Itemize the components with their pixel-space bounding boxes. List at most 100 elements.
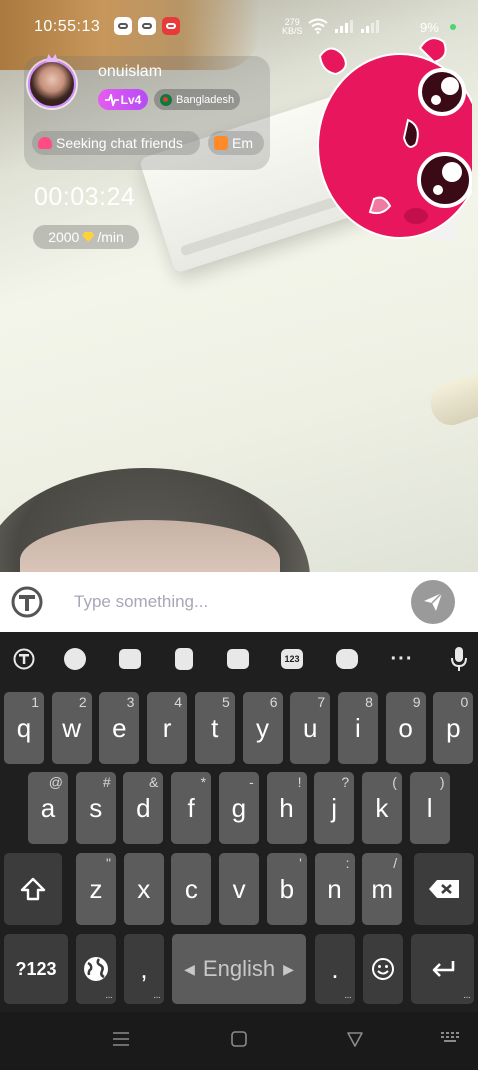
numpad-icon[interactable]: 123: [280, 646, 304, 672]
call-timer: 00:03:24: [34, 183, 136, 211]
key-z[interactable]: z ": [76, 853, 116, 925]
key-hint: &: [149, 774, 159, 790]
key-f[interactable]: f *: [171, 772, 212, 844]
key-l[interactable]: l): [409, 772, 450, 844]
tag-emotion: Em: [208, 131, 264, 155]
key-c[interactable]: c: [171, 853, 212, 925]
key-s[interactable]: s #: [75, 772, 116, 844]
keyboard: 123 ··· q1w2e3r4t5y6u7i8o9p0 a @ s # d & f * g - h…: [0, 632, 478, 1012]
key-label: z: [89, 873, 103, 904]
key-r[interactable]: r4: [147, 692, 188, 764]
message-composer: [0, 572, 478, 632]
call-rate: 2000 /min: [33, 225, 139, 249]
key-hint: (: [392, 774, 397, 790]
battery-level: 9%: [420, 20, 439, 35]
key-label: x: [137, 873, 151, 904]
send-button[interactable]: [411, 580, 455, 624]
key-o[interactable]: o9: [385, 692, 426, 764]
symbols-key[interactable]: ?123: [4, 934, 68, 1004]
key-hint: 1: [31, 694, 39, 710]
period-label: .: [331, 953, 339, 984]
comma-key[interactable]: , ···: [124, 934, 164, 1004]
rate-unit: /min: [97, 229, 124, 245]
level-badge: Lv4: [98, 89, 148, 110]
key-a[interactable]: a @: [28, 772, 68, 844]
key-m[interactable]: m /: [362, 853, 403, 925]
sticker-icon[interactable]: [335, 646, 359, 672]
message-input[interactable]: [60, 586, 380, 618]
country-badge: Bangladesh: [154, 89, 240, 110]
more-icon[interactable]: ···: [390, 646, 414, 672]
key-y[interactable]: y6: [242, 692, 283, 764]
menu-nav-icon[interactable]: [112, 1030, 130, 1048]
period-key[interactable]: . ···: [315, 934, 355, 1004]
shift-icon: [20, 877, 46, 901]
comma-label: ,: [140, 953, 148, 984]
key-p[interactable]: p0: [433, 692, 474, 764]
key-w[interactable]: w2: [51, 692, 92, 764]
home-nav-icon[interactable]: [230, 1030, 248, 1048]
key-label: j: [331, 792, 338, 823]
bangladesh-flag-icon: [160, 93, 172, 106]
keyboard-hide-icon[interactable]: [440, 1030, 462, 1046]
backspace-key[interactable]: [414, 853, 474, 925]
key-hint: 9: [412, 694, 421, 710]
key-label: i: [355, 712, 361, 743]
key-hint: ": [106, 855, 111, 871]
translate-logo-icon[interactable]: [10, 585, 44, 619]
wifi-icon: [308, 18, 328, 34]
code-icon[interactable]: [226, 646, 250, 672]
translate-icon[interactable]: [12, 646, 36, 672]
key-n[interactable]: n:: [314, 853, 355, 925]
shift-key[interactable]: [4, 853, 62, 925]
mood-icon: [214, 136, 228, 150]
key-label: o: [398, 712, 413, 743]
clipboard-icon[interactable]: [172, 646, 196, 672]
store-icon[interactable]: [118, 646, 142, 672]
key-u[interactable]: u7: [290, 692, 331, 764]
language-key[interactable]: ···: [76, 934, 116, 1004]
key-k[interactable]: k(: [361, 772, 402, 844]
key-label: k: [375, 792, 389, 823]
key-x[interactable]: x: [123, 853, 164, 925]
signal-icon: [335, 20, 353, 33]
key-hint: 2: [78, 694, 87, 710]
arrow-left-icon: ◀: [184, 960, 195, 977]
key-e[interactable]: e3: [99, 692, 140, 764]
enter-icon: [432, 961, 454, 977]
emoji-key[interactable]: [363, 934, 403, 1004]
enter-key[interactable]: ···: [411, 934, 474, 1004]
mic-icon[interactable]: [447, 646, 471, 672]
emoji-icon[interactable]: [63, 646, 87, 672]
key-label: p: [446, 712, 461, 743]
key-t[interactable]: t5: [194, 692, 235, 764]
key-v[interactable]: v: [219, 853, 260, 925]
backspace-icon: [429, 880, 459, 898]
avatar[interactable]: [28, 60, 76, 108]
notification-icons: [114, 17, 180, 35]
country-label: Bangladesh: [176, 93, 235, 106]
key-i[interactable]: i8: [337, 692, 378, 764]
key-hint: 7: [317, 694, 326, 710]
system-icons: [308, 18, 380, 34]
pipe: [424, 367, 478, 431]
key-q[interactable]: q1: [4, 692, 44, 764]
key-h[interactable]: h!: [266, 772, 307, 844]
key-hint: 6: [269, 694, 278, 710]
back-nav-icon[interactable]: [346, 1030, 364, 1048]
arrow-right-icon: ▶: [283, 960, 294, 977]
key-j[interactable]: j?: [314, 772, 355, 844]
key-d[interactable]: d &: [123, 772, 164, 844]
key-g[interactable]: g-: [218, 772, 259, 844]
key-label: y: [256, 712, 269, 743]
battery-icon: [450, 24, 456, 30]
key-hint: :: [345, 855, 350, 871]
key-label: b: [279, 873, 295, 904]
key-b[interactable]: b ': [266, 853, 307, 925]
rate-value: 2000: [48, 229, 80, 245]
level-icon: [104, 93, 119, 106]
video-icon: [162, 17, 180, 35]
key-hint: ?: [341, 774, 350, 790]
space-key[interactable]: ◀ English ▶: [172, 934, 306, 1004]
key-label: r: [162, 712, 172, 743]
